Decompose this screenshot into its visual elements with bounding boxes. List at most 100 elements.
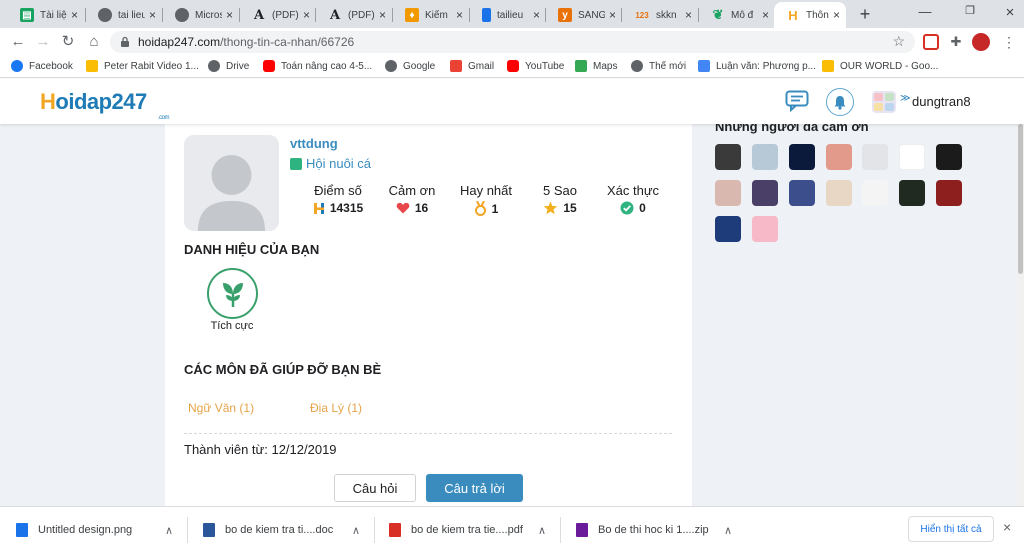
- download-item[interactable]: bo de kiem tra ti....doc: [203, 520, 333, 540]
- bookmark-item[interactable]: Thế mới: [631, 60, 686, 72]
- bookmark-item[interactable]: Peter Rabit Video 1...: [86, 60, 199, 72]
- user-avatar[interactable]: [872, 91, 896, 113]
- close-icon[interactable]: ×: [226, 8, 233, 22]
- thanker-avatar[interactable]: [826, 144, 852, 170]
- browser-tab[interactable]: Micros ×: [163, 2, 239, 28]
- close-icon[interactable]: ×: [762, 8, 769, 22]
- subject-link[interactable]: Ngữ Văn (1): [188, 401, 254, 415]
- bookmark-item[interactable]: Toán nâng cao 4-5...: [263, 60, 372, 72]
- username[interactable]: dungtran8: [912, 94, 971, 109]
- facebook-icon: [11, 60, 23, 72]
- thanker-avatar[interactable]: [899, 144, 925, 170]
- thanker-avatar[interactable]: [936, 144, 962, 170]
- show-all-downloads-button[interactable]: Hiển thị tất cả: [908, 516, 994, 542]
- browser-tab[interactable]: 123 skkn ×: [622, 2, 698, 28]
- restore-icon[interactable]: ❐: [960, 4, 980, 17]
- questions-tab-button[interactable]: Câu hỏi: [334, 474, 416, 502]
- notification-button[interactable]: [826, 88, 854, 116]
- browser-tab[interactable]: A (PDF) ×: [240, 2, 316, 28]
- bookmark-item[interactable]: Gmail: [450, 60, 494, 72]
- chevron-up-icon[interactable]: ∧: [352, 524, 360, 537]
- close-icon[interactable]: ×: [71, 8, 78, 22]
- thanker-avatar[interactable]: [715, 144, 741, 170]
- reload-icon[interactable]: ↻: [58, 32, 78, 52]
- thanker-avatar[interactable]: [789, 144, 815, 170]
- chevron-up-icon[interactable]: ∧: [538, 524, 546, 537]
- close-icon[interactable]: ×: [1003, 519, 1011, 535]
- close-icon[interactable]: ×: [533, 8, 540, 22]
- forward-icon[interactable]: →: [33, 32, 53, 52]
- site-logo[interactable]: Hoidap247 .com: [40, 89, 170, 121]
- download-item[interactable]: Bo de thi hoc ki 1....zip: [576, 520, 709, 540]
- chevron-up-icon[interactable]: ∧: [165, 524, 173, 537]
- bookmark-item[interactable]: Maps: [575, 60, 617, 72]
- scrollbar-thumb[interactable]: [1018, 124, 1023, 274]
- back-icon[interactable]: ←: [8, 32, 28, 52]
- close-icon[interactable]: ×: [833, 8, 840, 22]
- hoidap-icon: H: [788, 7, 798, 23]
- bookmark-item[interactable]: YouTube: [507, 60, 564, 72]
- home-icon[interactable]: ⌂: [84, 32, 104, 52]
- bookmark-item[interactable]: Google: [385, 60, 435, 72]
- subject-link[interactable]: Địa Lý (1): [310, 401, 362, 415]
- thanker-avatar[interactable]: [752, 216, 778, 242]
- thanker-avatar[interactable]: [936, 180, 962, 206]
- divider: [184, 433, 672, 434]
- thanker-avatar[interactable]: [752, 144, 778, 170]
- youtube-icon: [263, 60, 275, 72]
- close-icon[interactable]: ×: [149, 8, 156, 22]
- thanker-avatar[interactable]: [862, 180, 888, 206]
- bookmark-item[interactable]: Facebook: [11, 60, 73, 72]
- bookmark-item[interactable]: Drive: [208, 60, 249, 72]
- academia-icon: A: [253, 7, 265, 23]
- pdf-file-icon: [389, 523, 401, 537]
- browser-tab[interactable]: ❦ Mô đ ×: [699, 2, 775, 28]
- thanker-avatar[interactable]: [789, 180, 815, 206]
- puzzle-icon[interactable]: ✚: [948, 34, 964, 50]
- browser-tab[interactable]: A (PDF) ×: [316, 2, 392, 28]
- minimize-icon[interactable]: —: [915, 4, 935, 19]
- browser-tab[interactable]: tailieu ×: [470, 2, 546, 28]
- chat-icon[interactable]: [785, 90, 809, 112]
- browser-tab-active[interactable]: H Thông ×: [774, 2, 846, 28]
- chevron-up-icon[interactable]: ∧: [724, 524, 732, 537]
- browser-tab[interactable]: tai lieu ×: [86, 2, 162, 28]
- thanker-avatar[interactable]: [752, 180, 778, 206]
- profile-avatar-icon[interactable]: [972, 33, 990, 51]
- chevron-down-icon[interactable]: ≫: [900, 93, 910, 104]
- stat-five-stars: 5 Sao 15: [543, 183, 577, 215]
- address-bar[interactable]: hoidap247.com/thong-tin-ca-nhan/66726 ☆: [110, 31, 915, 53]
- thanker-avatar[interactable]: [826, 180, 852, 206]
- close-icon[interactable]: ×: [685, 8, 692, 22]
- page-content: vttdung Hội nuôi cá Điểm số 14315 Cảm ơn…: [0, 124, 1024, 506]
- stat-thanks: Cảm ơn 16: [388, 183, 436, 215]
- page-scrollbar[interactable]: [1017, 124, 1024, 506]
- window-close-icon[interactable]: ×: [1000, 4, 1020, 21]
- close-icon[interactable]: ×: [456, 8, 463, 22]
- bookmark-item[interactable]: Luận văn: Phương p...: [698, 60, 816, 72]
- bookmark-star-icon[interactable]: ☆: [892, 33, 905, 50]
- bookmarks-bar: Facebook Peter Rabit Video 1... Drive To…: [0, 56, 1024, 78]
- profile-group[interactable]: Hội nuôi cá: [290, 156, 371, 171]
- thanker-avatar[interactable]: [715, 216, 741, 242]
- verified-icon: [620, 201, 634, 215]
- bookmark-item[interactable]: OUR WORLD - Goo...: [822, 60, 938, 72]
- menu-dots-icon[interactable]: ⋮: [999, 32, 1019, 52]
- browser-tab[interactable]: ♦ Kiểm ×: [393, 2, 469, 28]
- browser-tab[interactable]: y SÁNG ×: [546, 2, 622, 28]
- extension-shield-icon[interactable]: [923, 34, 939, 50]
- download-item[interactable]: Untitled design.png: [16, 520, 132, 540]
- close-icon[interactable]: ×: [609, 8, 616, 22]
- badge-active[interactable]: [207, 268, 258, 319]
- browser-tab[interactable]: ▤ Tài liệu ×: [8, 2, 84, 28]
- close-icon[interactable]: ×: [303, 8, 310, 22]
- download-item[interactable]: bo de kiem tra tie....pdf: [389, 520, 523, 540]
- answers-tab-button[interactable]: Câu trả lời: [426, 474, 523, 502]
- close-icon[interactable]: ×: [379, 8, 386, 22]
- lock-icon: [121, 36, 129, 47]
- thanker-avatar[interactable]: [862, 144, 888, 170]
- new-tab-button[interactable]: +: [855, 4, 875, 25]
- profile-nickname[interactable]: vttdung: [290, 136, 338, 151]
- thanker-avatar[interactable]: [715, 180, 741, 206]
- thanker-avatar[interactable]: [899, 180, 925, 206]
